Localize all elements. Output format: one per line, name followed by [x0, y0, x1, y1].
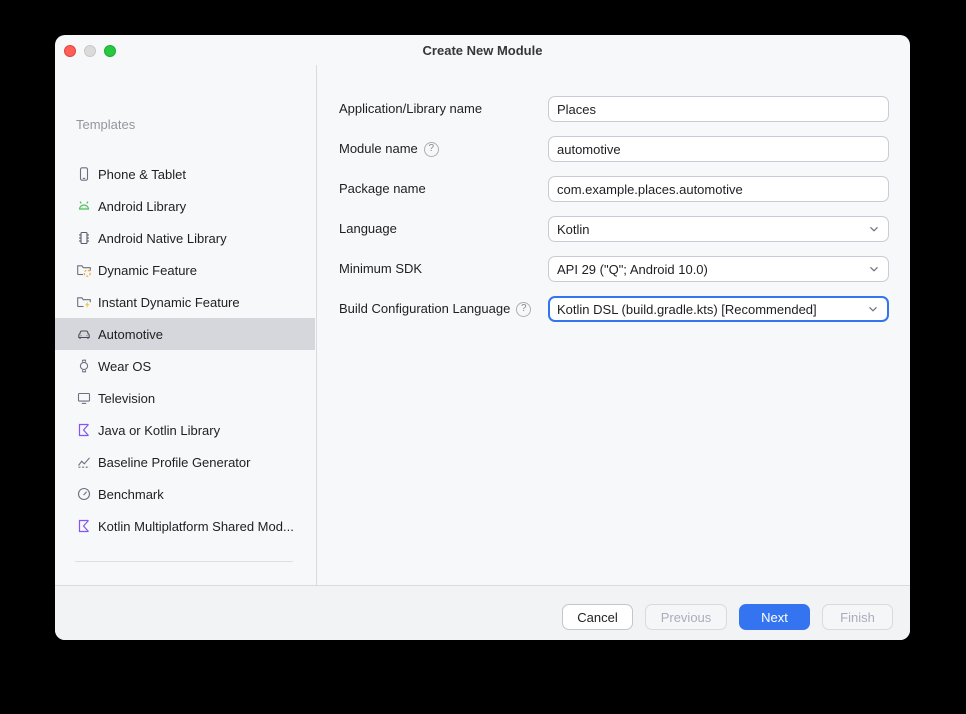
tv-icon	[76, 390, 92, 406]
chevron-down-icon	[867, 222, 881, 236]
sidebar-item-kotlin-multiplatform[interactable]: Kotlin Multiplatform Shared Mod...	[55, 510, 315, 542]
next-button[interactable]: Next	[739, 604, 810, 630]
previous-button: Previous	[645, 604, 727, 630]
sidebar-item-benchmark[interactable]: Benchmark	[55, 478, 315, 510]
sidebar-item-label: Wear OS	[98, 359, 151, 374]
dropdown-value: Kotlin	[557, 222, 590, 237]
minimum-sdk-label: Minimum SDK	[339, 256, 422, 282]
field-label-text: Minimum SDK	[339, 256, 422, 282]
sidebar-item-television[interactable]: Television	[55, 382, 315, 414]
field-label-text: Language	[339, 216, 397, 242]
chevron-down-icon	[866, 302, 880, 316]
build-configuration-language-dropdown[interactable]: Kotlin DSL (build.gradle.kts) [Recommend…	[548, 296, 889, 322]
sidebar-item-label: Java or Kotlin Library	[98, 423, 220, 438]
kotlin-icon	[76, 518, 92, 534]
package-name-input[interactable]	[548, 176, 889, 202]
package-name-label: Package name	[339, 176, 426, 202]
watch-icon	[76, 358, 92, 374]
dialog-footer: Cancel Previous Next Finish	[55, 585, 910, 640]
application-name-label: Application/Library name	[339, 96, 482, 122]
field-label-text: Package name	[339, 176, 426, 202]
sidebar-item-label: Benchmark	[98, 487, 164, 502]
kotlin-icon	[76, 422, 92, 438]
form-row-build-configuration-language: Build Configuration Language ? Kotlin DS…	[55, 296, 910, 322]
dropdown-value: Kotlin DSL (build.gradle.kts) [Recommend…	[557, 302, 817, 317]
screen: Create New Module Templates Phone & Tabl…	[0, 0, 966, 714]
dialog-title: Create New Module	[55, 35, 910, 65]
sidebar-item-java-kotlin-library[interactable]: Java or Kotlin Library	[55, 414, 315, 446]
titlebar: Create New Module	[55, 35, 910, 65]
sidebar-item-label: Kotlin Multiplatform Shared Mod...	[98, 519, 294, 534]
module-form: Application/Library name Module name ? P…	[55, 96, 910, 336]
form-row-package-name: Package name	[55, 176, 910, 202]
help-icon[interactable]: ?	[424, 142, 439, 157]
create-new-module-dialog: Create New Module Templates Phone & Tabl…	[55, 35, 910, 640]
minimum-sdk-dropdown[interactable]: API 29 ("Q"; Android 10.0)	[548, 256, 889, 282]
chart-icon	[76, 454, 92, 470]
chevron-down-icon	[867, 262, 881, 276]
field-label-text: Application/Library name	[339, 96, 482, 122]
language-label: Language	[339, 216, 397, 242]
gauge-icon	[76, 486, 92, 502]
help-icon[interactable]: ?	[516, 302, 531, 317]
sidebar-item-label: Television	[98, 391, 155, 406]
form-row-language: Language Kotlin	[55, 216, 910, 242]
sidebar-item-label: Baseline Profile Generator	[98, 455, 250, 470]
dropdown-value: API 29 ("Q"; Android 10.0)	[557, 262, 708, 277]
form-row-minimum-sdk: Minimum SDK API 29 ("Q"; Android 10.0)	[55, 256, 910, 282]
sidebar-item-baseline-profile-generator[interactable]: Baseline Profile Generator	[55, 446, 315, 478]
sidebar-separator	[75, 561, 293, 562]
sidebar-item-wear-os[interactable]: Wear OS	[55, 350, 315, 382]
field-label-text: Build Configuration Language	[339, 296, 510, 322]
build-configuration-language-label: Build Configuration Language ?	[339, 296, 531, 322]
form-row-application-name: Application/Library name	[55, 96, 910, 122]
cancel-button[interactable]: Cancel	[562, 604, 633, 630]
module-name-label: Module name ?	[339, 136, 439, 162]
module-name-input[interactable]	[548, 136, 889, 162]
field-label-text: Module name	[339, 136, 418, 162]
finish-button: Finish	[822, 604, 893, 630]
button-row: Cancel Previous Next Finish	[562, 604, 893, 630]
language-dropdown[interactable]: Kotlin	[548, 216, 889, 242]
application-name-input[interactable]	[548, 96, 889, 122]
form-row-module-name: Module name ?	[55, 136, 910, 162]
